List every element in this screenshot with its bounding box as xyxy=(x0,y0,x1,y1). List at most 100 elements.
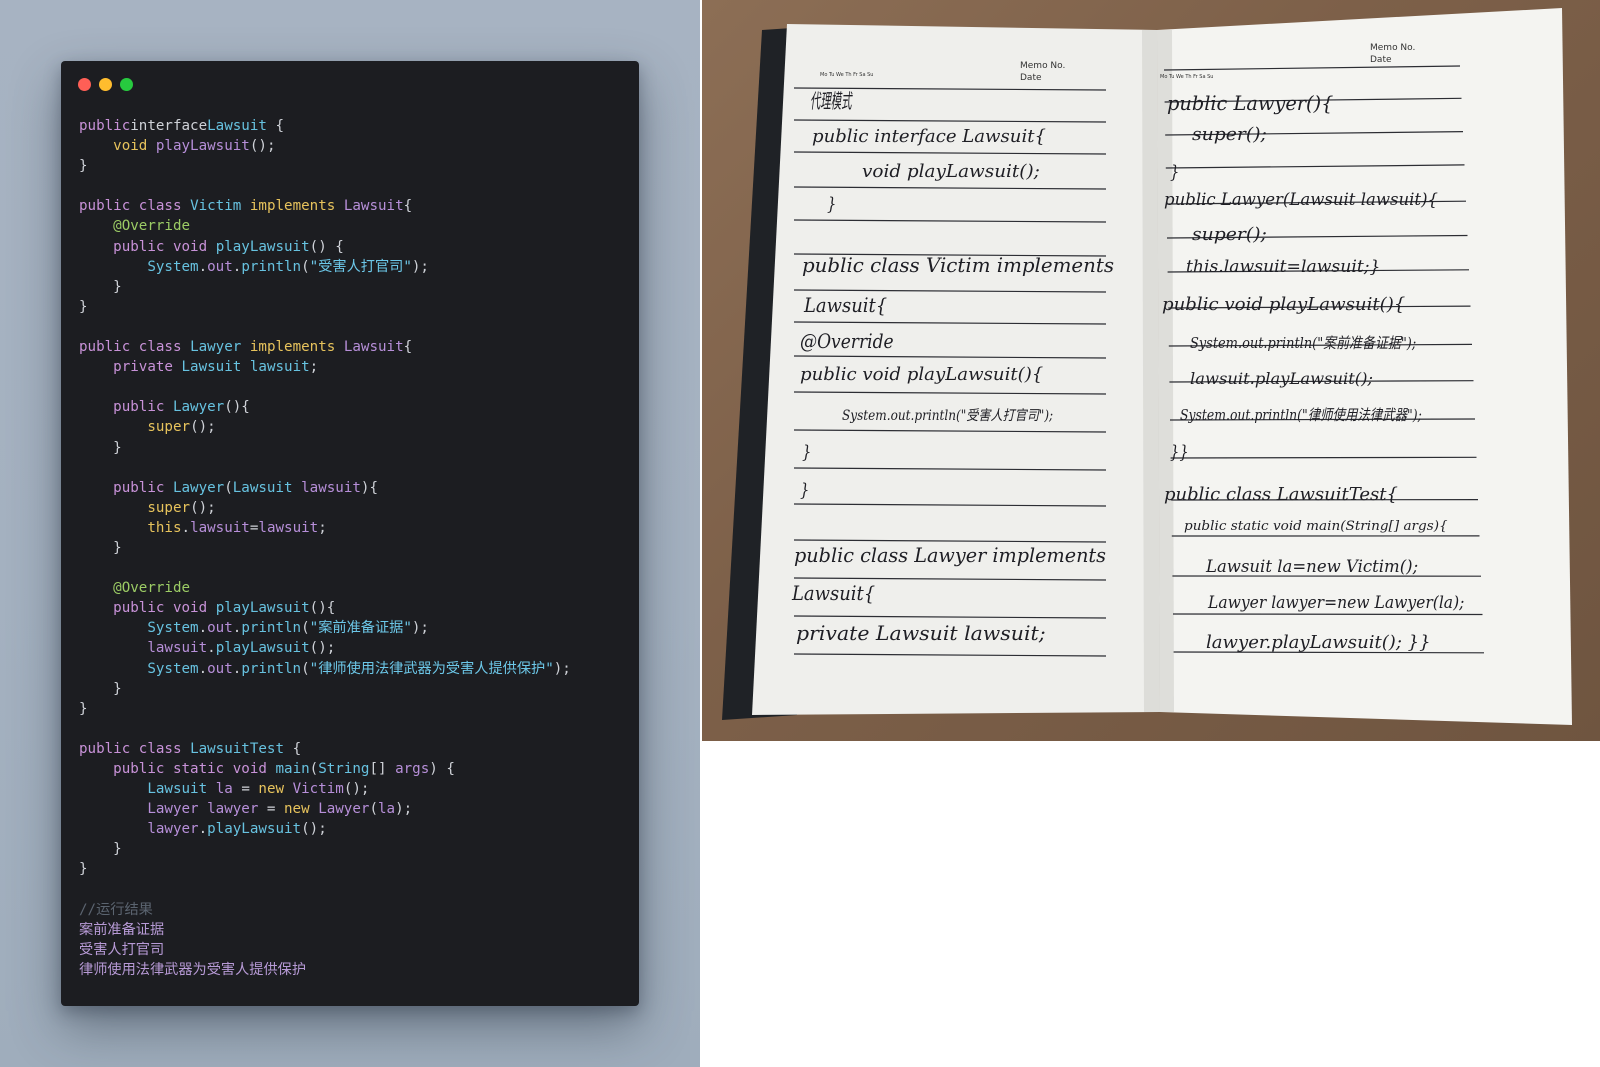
code-line: public void playLawsuit() { xyxy=(79,237,629,257)
code-line: 律师使用法律武器为受害人提供保护 xyxy=(79,960,629,980)
code-token: public xyxy=(79,740,131,757)
code-token: Lawsuit xyxy=(343,339,404,356)
code-token: public xyxy=(113,761,165,777)
code-token: out xyxy=(207,660,233,677)
code-token: } xyxy=(79,439,122,456)
code-token: Lawyer xyxy=(172,399,225,416)
code-token: (){ xyxy=(224,399,250,416)
code-line: System.out.println("受害人打官司"); xyxy=(79,257,629,277)
left-memo-label: Memo No. xyxy=(1020,61,1065,71)
handwritten-line: Lawyer lawyer=new Lawyer(la); xyxy=(1207,593,1464,613)
notebook-drawing: Memo No. Date Mo Tu We Th Fr Sa Su Memo … xyxy=(722,8,1572,725)
code-token: "律师使用法律武器为受害人提供保护" xyxy=(309,660,554,677)
code-token: lawsuit xyxy=(249,359,310,376)
code-token: void xyxy=(172,600,208,617)
code-token: Lawsuit xyxy=(147,781,208,798)
code-line: } xyxy=(79,679,629,699)
minimize-dot-icon[interactable] xyxy=(99,78,112,91)
code-token: } xyxy=(79,841,122,858)
code-line: } xyxy=(79,538,629,558)
code-token: super xyxy=(147,499,191,516)
handwritten-line: public Lawyer(){ xyxy=(1167,91,1334,115)
code-line: @Override xyxy=(79,578,629,598)
left-days-label: Mo Tu We Th Fr Sa Su xyxy=(820,72,873,78)
code-token: playLawsuit xyxy=(215,640,310,657)
left-date-label: Date xyxy=(1020,73,1042,83)
close-dot-icon[interactable] xyxy=(78,78,91,91)
code-token: interface xyxy=(130,118,208,134)
code-token: implements xyxy=(249,198,336,215)
notebook-photo: Memo No. Date Mo Tu We Th Fr Sa Su Memo … xyxy=(702,0,1600,741)
handwritten-line: System.out.println("受害人打官司"); xyxy=(842,408,1053,424)
code-token: ){ xyxy=(360,479,378,496)
ruled-line xyxy=(1172,613,1483,616)
handwritten-line: lawyer.playLawsuit(); }} xyxy=(1206,632,1431,653)
code-token: { xyxy=(403,198,413,215)
code-token: ); xyxy=(411,258,429,275)
handwritten-line: super(); xyxy=(1192,124,1267,145)
code-line: public class Lawyer implements Lawsuit{ xyxy=(79,337,629,357)
code-token: class xyxy=(138,339,182,356)
code-token: println xyxy=(241,620,302,637)
code-token: . xyxy=(198,620,208,637)
maximize-dot-icon[interactable] xyxy=(120,78,133,91)
handwritten-line: private Lawsuit lawsuit; xyxy=(796,621,1046,645)
code-token: main xyxy=(275,761,310,777)
handwritten-line: void playLawsuit(); xyxy=(862,161,1040,182)
code-token: . xyxy=(198,660,208,677)
code-token: . xyxy=(198,258,208,275)
code-token: } xyxy=(79,680,122,697)
code-line: System.out.println("律师使用法律武器为受害人提供保护"); xyxy=(79,659,629,679)
code-line: } xyxy=(79,277,629,297)
code-line: } xyxy=(79,859,629,879)
code-token: println xyxy=(241,660,302,677)
code-line: } xyxy=(79,297,629,317)
code-token: Lawsuit xyxy=(181,359,242,376)
code-line: } xyxy=(79,156,629,176)
code-token: 受害人打官司 xyxy=(79,941,165,958)
code-token: public xyxy=(113,479,165,496)
code-token: class xyxy=(138,740,182,757)
code-token: ( xyxy=(224,479,233,496)
code-token: Lawyer xyxy=(147,801,199,818)
code-token: lawsuit xyxy=(190,519,250,536)
code-line: public static void main(String[] args) { xyxy=(79,759,629,779)
code-token: @Override xyxy=(113,218,191,235)
code-line: public class LawsuitTest { xyxy=(79,739,629,759)
code-token: (){ xyxy=(309,600,336,617)
code-token: . xyxy=(181,519,191,536)
code-token: } xyxy=(79,298,88,315)
handwritten-line: Lawsuit la=new Victim(); xyxy=(1205,557,1418,577)
code-token: String xyxy=(318,761,370,777)
code-token: Lawyer xyxy=(318,801,370,818)
right-days-label: Mo Tu We Th Fr Sa Su xyxy=(1160,74,1213,80)
handwritten-line: } xyxy=(800,480,809,501)
code-line: System.out.println("案前准备证据"); xyxy=(79,618,629,638)
code-token: Victim xyxy=(190,198,242,215)
code-token: Lawsuit xyxy=(343,198,404,215)
code-token: { xyxy=(284,740,302,757)
